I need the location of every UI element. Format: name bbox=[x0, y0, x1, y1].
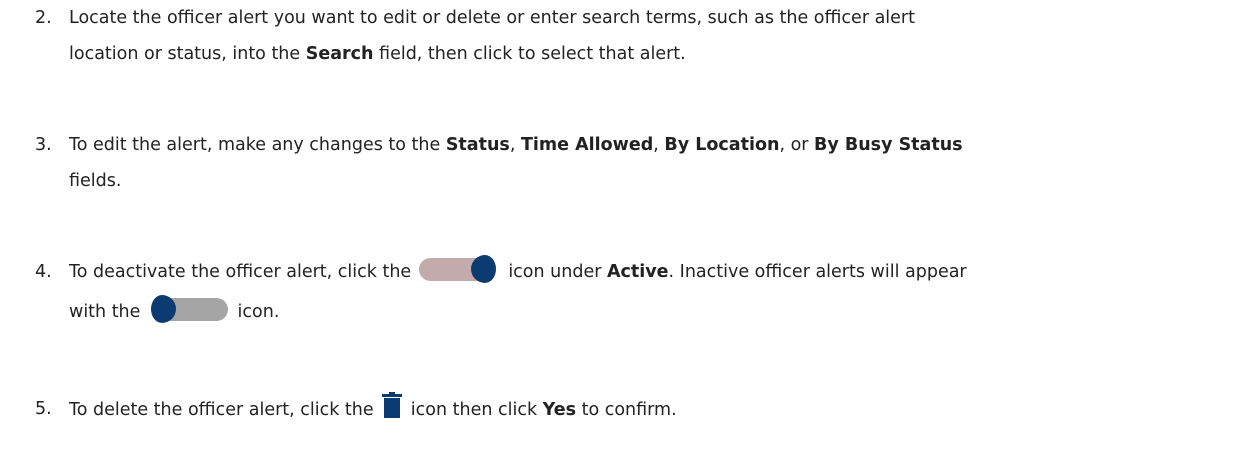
field-name: By Location bbox=[664, 135, 780, 155]
step-text: Locate the officer alert you want to edi… bbox=[69, 8, 915, 28]
trash-icon bbox=[382, 392, 403, 430]
step-number: 3. bbox=[35, 135, 52, 155]
button-name: Yes bbox=[542, 400, 577, 420]
step-text: fields. bbox=[69, 171, 122, 191]
toggle-on-icon bbox=[418, 255, 501, 284]
step-text-line: with the icon. bbox=[69, 295, 1209, 329]
step-number: 5. bbox=[35, 399, 52, 419]
step-5: 5. To delete the officer alert, click th… bbox=[0, 392, 1233, 432]
step-text: with the bbox=[69, 302, 146, 322]
field-name: Time Allowed bbox=[520, 135, 654, 155]
trash-icon-graphic bbox=[382, 392, 403, 418]
step-text-line: location or status, into the Search fiel… bbox=[69, 37, 1209, 71]
separator: , bbox=[653, 135, 665, 155]
step-text: location or status, into the bbox=[69, 44, 306, 64]
step-text: to confirm. bbox=[576, 400, 677, 420]
step-text: . Inactive officer alerts will appear bbox=[668, 262, 967, 282]
step-text: To edit the alert, make any changes to t… bbox=[69, 135, 446, 155]
separator: , or bbox=[779, 135, 815, 155]
step-text: icon. bbox=[231, 302, 280, 322]
step-number: 2. bbox=[35, 8, 52, 28]
step-text-line: To edit the alert, make any changes to t… bbox=[69, 128, 1209, 162]
field-name: Active bbox=[606, 262, 669, 282]
step-text: field, then click to select that alert. bbox=[373, 44, 686, 64]
step-text-line: To deactivate the officer alert, click t… bbox=[69, 255, 1209, 289]
step-text: icon then click bbox=[405, 400, 543, 420]
step-text: To deactivate the officer alert, click t… bbox=[69, 262, 417, 282]
separator: , bbox=[509, 135, 521, 155]
step-3: 3. To edit the alert, make any changes t… bbox=[0, 128, 1233, 198]
step-text-line: To delete the officer alert, click the i… bbox=[69, 392, 1209, 430]
step-number: 4. bbox=[35, 262, 52, 282]
toggle-knob bbox=[147, 295, 176, 323]
step-text: icon under bbox=[502, 262, 607, 282]
toggle-off-icon bbox=[147, 295, 230, 324]
step-4: 4. To deactivate the officer alert, clic… bbox=[0, 255, 1233, 335]
field-name: Search bbox=[305, 44, 374, 64]
step-text-line: fields. bbox=[69, 164, 1209, 198]
field-name: By Busy Status bbox=[814, 135, 963, 155]
field-name: Status bbox=[445, 135, 510, 155]
step-text-line: Locate the officer alert you want to edi… bbox=[69, 1, 1209, 35]
toggle-knob bbox=[470, 255, 499, 283]
step-text: To delete the officer alert, click the bbox=[69, 400, 380, 420]
step-2: 2. Locate the officer alert you want to … bbox=[0, 1, 1233, 71]
